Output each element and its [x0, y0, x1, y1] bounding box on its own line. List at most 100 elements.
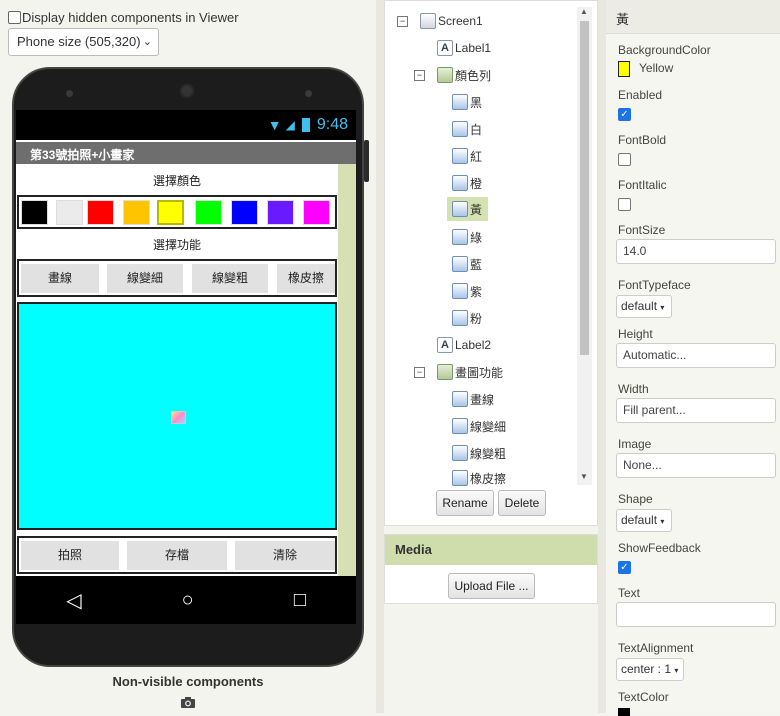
tree-node-label1[interactable]: A Label1: [437, 37, 491, 59]
eraser-button[interactable]: 橡皮擦: [277, 264, 335, 293]
screen-scrollbar[interactable]: [338, 164, 356, 576]
tree-node-thinner[interactable]: 線變細: [452, 415, 506, 437]
tree-node-thicker[interactable]: 線變粗: [452, 442, 506, 464]
tree-node-func-arrangement[interactable]: − 畫圖功能: [414, 361, 503, 383]
color-arrangement[interactable]: [17, 195, 337, 229]
label-select-color[interactable]: 選擇顏色: [16, 172, 338, 189]
collapse-icon[interactable]: −: [397, 15, 408, 27]
tree-node-draw-line[interactable]: 畫線: [452, 388, 494, 410]
width-input[interactable]: Fill parent...: [616, 398, 776, 423]
home-icon[interactable]: ○: [182, 589, 194, 612]
height-input[interactable]: Automatic...: [616, 343, 776, 368]
phone-size-select[interactable]: Phone size (505,320) ⌄: [8, 28, 159, 56]
font-italic-checkbox[interactable]: [618, 198, 631, 211]
camera-icon[interactable]: [180, 696, 196, 709]
bottom-arrangement[interactable]: 拍照 存檔 清除: [17, 536, 337, 574]
tree-label: 線變粗: [470, 446, 507, 461]
text-color-swatch[interactable]: [618, 708, 630, 716]
thicker-line-button[interactable]: 線變粗: [192, 264, 268, 293]
phone-sensor: [66, 90, 73, 97]
image-input[interactable]: None...: [616, 453, 776, 478]
display-hidden-checkbox[interactable]: [8, 11, 21, 24]
color-swatch-white[interactable]: [56, 200, 83, 225]
color-swatch-blue[interactable]: [231, 200, 258, 225]
font-size-input[interactable]: 14.0: [616, 239, 776, 264]
rename-button[interactable]: Rename: [436, 490, 494, 516]
tree-node-label2[interactable]: A Label2: [437, 334, 491, 356]
tree-node-eraser[interactable]: 橡皮擦: [452, 467, 506, 489]
prop-show-feedback-label: ShowFeedback: [618, 541, 701, 555]
collapse-icon[interactable]: −: [414, 366, 425, 378]
collapse-icon[interactable]: −: [414, 69, 425, 81]
color-swatch-orange[interactable]: [123, 200, 150, 225]
label-icon: A: [437, 337, 453, 353]
chevron-down-icon: ⌄: [142, 36, 152, 48]
tree-label: 粉: [470, 311, 483, 326]
tree-label-func-arrangement: 畫圖功能: [455, 365, 504, 380]
tree-node-yellow-selected[interactable]: 黃: [447, 197, 489, 221]
viewer-panel: Display hidden components in Viewer Phon…: [0, 0, 376, 713]
background-color-swatch[interactable]: [618, 61, 630, 77]
tree-node-white[interactable]: 白: [452, 118, 482, 140]
tree-node-orange[interactable]: 橙: [452, 172, 482, 194]
clear-button[interactable]: 清除: [235, 541, 335, 570]
tree-node-green[interactable]: 綠: [452, 226, 482, 248]
delete-button[interactable]: Delete: [498, 490, 546, 516]
tree-node-blue[interactable]: 藍: [452, 253, 482, 275]
prop-enabled-label: Enabled: [618, 88, 663, 102]
draw-line-button[interactable]: 畫線: [21, 264, 99, 293]
button-icon: [452, 121, 468, 137]
tree-node-red[interactable]: 紅: [452, 145, 482, 167]
tree-scrollbar[interactable]: ▲ ▼: [577, 7, 592, 485]
shape-select[interactable]: default ▾: [616, 509, 672, 532]
drawing-canvas[interactable]: [17, 302, 337, 530]
color-swatch-purple[interactable]: [267, 200, 294, 225]
button-icon: [452, 445, 468, 461]
prop-background-color-value[interactable]: Yellow: [639, 61, 673, 75]
enabled-checkbox[interactable]: ✓: [618, 108, 631, 121]
tree-node-black[interactable]: 黑: [452, 91, 482, 113]
tree-node-pink[interactable]: 粉: [452, 307, 482, 329]
thinner-line-button[interactable]: 線變細: [107, 264, 183, 293]
button-icon: [452, 391, 468, 407]
tree-label: 線變細: [470, 419, 507, 434]
tree-label-screen1: Screen1: [438, 14, 483, 28]
prop-text-alignment-label: TextAlignment: [618, 641, 694, 655]
font-bold-checkbox[interactable]: [618, 153, 631, 166]
prop-image-label: Image: [618, 437, 652, 451]
text-input[interactable]: [616, 602, 776, 627]
phone-size-value: Phone size (505,320): [17, 34, 141, 49]
display-hidden-toggle[interactable]: Display hidden components in Viewer: [8, 10, 239, 25]
color-swatch-yellow[interactable]: [157, 200, 184, 225]
color-swatch-pink[interactable]: [303, 200, 330, 225]
horizontal-arrangement-icon: [437, 364, 453, 380]
text-alignment-value: center : 1: [621, 662, 672, 676]
back-icon[interactable]: ◁: [66, 588, 81, 613]
label-select-function[interactable]: 選擇功能: [16, 236, 338, 253]
scroll-up-icon[interactable]: ▲: [580, 7, 588, 16]
prop-font-bold-label: FontBold: [618, 133, 667, 147]
button-icon: [452, 229, 468, 245]
scroll-down-icon[interactable]: ▼: [580, 472, 588, 481]
status-time: 9:48: [316, 116, 348, 133]
text-alignment-select[interactable]: center : 1 ▾: [616, 658, 684, 681]
prop-width-label: Width: [618, 382, 649, 396]
screen-content: 選擇顏色 選擇功能 畫線 線變細 線變粗 橡皮擦 拍照 存檔 清除: [16, 164, 338, 576]
tree-node-color-arrangement[interactable]: − 顏色列: [414, 64, 491, 86]
take-photo-button[interactable]: 拍照: [21, 541, 119, 570]
tree-node-screen1[interactable]: − Screen1: [397, 10, 483, 32]
tree-node-purple[interactable]: 紫: [452, 280, 482, 302]
chevron-down-icon: ▾: [660, 517, 665, 526]
color-swatch-green[interactable]: [195, 200, 222, 225]
font-typeface-select[interactable]: default ▾: [616, 295, 672, 318]
prop-background-color-label: BackgroundColor: [618, 43, 711, 57]
color-swatch-black[interactable]: [21, 200, 48, 225]
color-swatch-red[interactable]: [87, 200, 114, 225]
function-arrangement[interactable]: 畫線 線變細 線變粗 橡皮擦: [17, 259, 337, 297]
save-button[interactable]: 存檔: [127, 541, 227, 570]
scroll-thumb[interactable]: [580, 21, 589, 355]
recents-icon[interactable]: □: [294, 589, 306, 612]
upload-file-button[interactable]: Upload File ...: [448, 573, 535, 599]
phone-side-button: [364, 140, 369, 182]
show-feedback-checkbox[interactable]: ✓: [618, 561, 631, 574]
